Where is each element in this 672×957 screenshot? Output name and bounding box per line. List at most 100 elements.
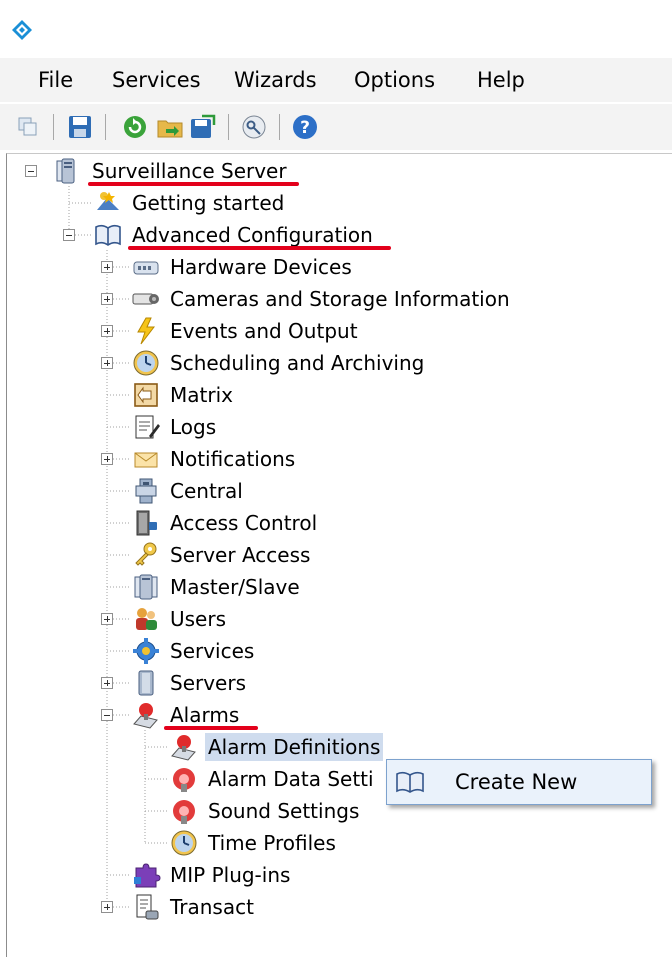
tree-node-central[interactable]: Central	[131, 476, 246, 506]
tree-label-access-control: Access Control	[170, 511, 318, 535]
annotation-underline-root	[88, 182, 299, 186]
tree-label-server-access: Server Access	[170, 543, 311, 567]
sound-alarm-icon	[173, 800, 195, 824]
copy-window-icon[interactable]	[14, 113, 42, 141]
tree-node-services[interactable]: Services	[131, 636, 257, 666]
import-folder-icon[interactable]	[156, 113, 184, 141]
menu-services[interactable]: Services	[106, 58, 207, 102]
expand-servers-toggle[interactable]	[101, 677, 113, 689]
tree-label-getting-started: Getting started	[132, 191, 285, 215]
tree-label-sound-settings: Sound Settings	[208, 799, 360, 823]
tree-node-getting-started[interactable]: Getting started	[93, 188, 287, 218]
menu-file[interactable]: File	[32, 58, 79, 102]
title-bar	[0, 0, 672, 56]
svg-text:?: ?	[300, 118, 310, 138]
hardware-device-icon	[133, 261, 159, 275]
annotation-underline-advanced	[128, 246, 391, 250]
tree-label-events: Events and Output	[170, 319, 358, 343]
collapse-advanced-toggle[interactable]	[63, 229, 75, 241]
tree-label-servers: Servers	[170, 671, 247, 695]
menu-bar: File Services Wizards Options Help	[0, 58, 672, 102]
access-door-icon	[136, 510, 157, 536]
expand-events-toggle[interactable]	[101, 325, 113, 337]
tree-node-scheduling-archiving[interactable]: Scheduling and Archiving	[131, 348, 427, 378]
tree-node-events-output[interactable]: Events and Output	[131, 316, 361, 346]
gear-icon	[133, 638, 159, 664]
tree-node-master-slave[interactable]: Master/Slave	[131, 572, 303, 602]
license-key-icon[interactable]	[240, 113, 268, 141]
toolbar: ?	[0, 104, 672, 150]
refresh-icon[interactable]	[121, 113, 149, 141]
tree-label-users: Users	[170, 607, 227, 631]
logs-notepad-icon	[135, 415, 160, 439]
expand-transact-toggle[interactable]	[101, 901, 113, 913]
expand-hardware-toggle[interactable]	[101, 261, 113, 273]
tree-label-matrix: Matrix	[170, 383, 233, 407]
expand-cameras-toggle[interactable]	[101, 293, 113, 305]
context-menu: Create New	[386, 759, 652, 805]
context-menu-create-new[interactable]: Create New	[389, 762, 649, 802]
tree-label-alarm-definitions: Alarm Definitions	[205, 733, 384, 761]
tree-label-notifications: Notifications	[170, 447, 296, 471]
create-new-label: Create New	[455, 770, 578, 794]
alarm-data-icon	[173, 768, 195, 792]
tree-label-central: Central	[170, 479, 243, 503]
tree-node-access-control[interactable]: Access Control	[131, 508, 320, 538]
tree-label-mip-plugins: MIP Plug-ins	[170, 863, 291, 887]
tree-node-transact[interactable]: Transact	[131, 892, 257, 922]
tree-node-sound-settings[interactable]: Sound Settings	[169, 796, 362, 826]
collapse-alarms-toggle[interactable]	[101, 709, 113, 721]
tree-node-server-access[interactable]: Server Access	[131, 540, 313, 570]
tree-node-cameras-storage[interactable]: Cameras and Storage Information	[131, 284, 513, 314]
tree-node-matrix[interactable]: Matrix	[131, 380, 236, 410]
tree-label-advanced: Advanced Configuration	[132, 223, 373, 247]
annotation-underline-alarms	[164, 726, 258, 730]
matrix-icon	[134, 383, 158, 407]
getting-started-icon	[97, 192, 119, 210]
collapse-root-toggle[interactable]	[25, 165, 37, 177]
camera-icon	[132, 293, 159, 305]
tree-node-time-profiles[interactable]: Time Profiles	[169, 828, 339, 858]
book-icon	[95, 224, 121, 246]
menu-options[interactable]: Options	[348, 58, 441, 102]
tree-node-mip-plugins[interactable]: MIP Plug-ins	[131, 860, 293, 890]
expand-scheduling-toggle[interactable]	[101, 357, 113, 369]
book-icon	[396, 771, 424, 793]
servers-icon	[138, 670, 154, 696]
tree-label-services: Services	[170, 639, 255, 663]
tree-node-notifications[interactable]: Notifications	[131, 444, 298, 474]
export-config-icon[interactable]	[188, 113, 216, 141]
clock-icon	[133, 350, 159, 376]
tree-label-cameras: Cameras and Storage Information	[170, 287, 510, 311]
tree-label-time-profiles: Time Profiles	[208, 831, 336, 855]
tree-node-users[interactable]: Users	[131, 604, 229, 634]
tree-label-scheduling: Scheduling and Archiving	[170, 351, 425, 375]
central-building-icon	[135, 478, 157, 504]
tree-label-alarm-data-settings: Alarm Data Setti	[208, 767, 374, 791]
puzzle-plugin-icon	[134, 863, 161, 888]
tree-label-transact: Transact	[170, 895, 254, 919]
expand-notifications-toggle[interactable]	[101, 453, 113, 465]
tree-node-hardware-devices[interactable]: Hardware Devices	[131, 252, 355, 282]
time-profile-clock-icon	[171, 830, 197, 856]
tree-node-servers[interactable]: Servers	[131, 668, 249, 698]
server-icon	[56, 158, 75, 184]
help-icon[interactable]: ?	[291, 113, 319, 141]
tree-node-alarm-data-settings[interactable]: Alarm Data Setti	[169, 764, 377, 794]
master-slave-server-icon	[134, 574, 158, 600]
save-icon[interactable]	[66, 113, 94, 141]
tree-node-alarm-definitions[interactable]: Alarm Definitions	[169, 732, 384, 762]
tree-label-root: Surveillance Server	[92, 159, 287, 183]
tree-label-alarms: Alarms	[170, 703, 240, 727]
key-icon	[135, 542, 157, 566]
tree-node-logs[interactable]: Logs	[131, 412, 219, 442]
tree-label-master-slave: Master/Slave	[170, 575, 300, 599]
menu-help[interactable]: Help	[471, 58, 531, 102]
lightning-icon	[137, 317, 156, 345]
envelope-icon	[134, 452, 158, 468]
expand-users-toggle[interactable]	[101, 613, 113, 625]
alarm-definition-icon	[171, 735, 196, 761]
tree-label-hardware: Hardware Devices	[170, 255, 352, 279]
menu-wizards[interactable]: Wizards	[228, 58, 323, 102]
receipt-icon	[136, 894, 159, 920]
